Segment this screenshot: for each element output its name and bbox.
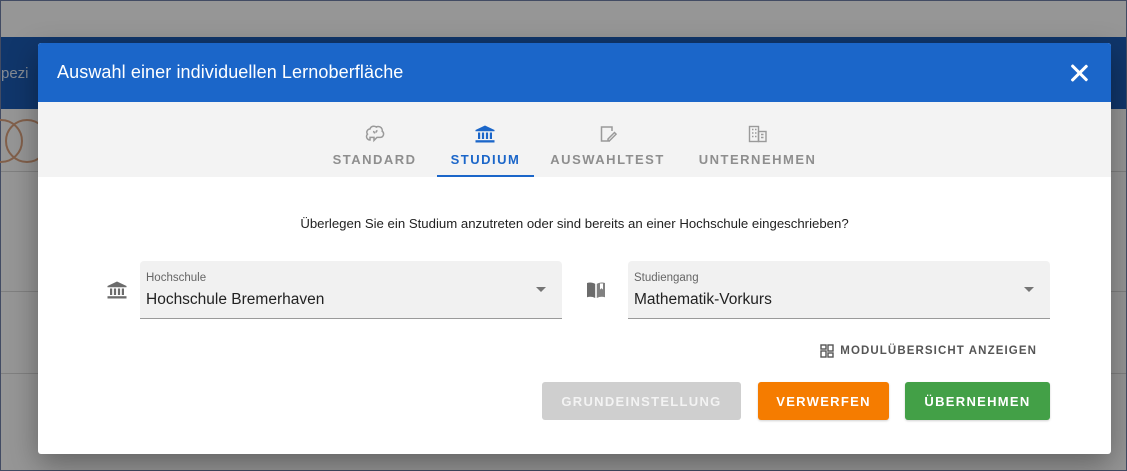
edit-document-icon — [599, 125, 617, 143]
hochschule-select[interactable]: Hochschule Hochschule Bremerhaven — [140, 261, 562, 319]
tab-label: AUSWAHLTEST — [550, 152, 665, 167]
close-icon[interactable] — [1067, 61, 1091, 85]
tab-label: STANDARD — [332, 152, 417, 167]
brain-icon — [365, 125, 385, 143]
hochschule-label: Hochschule — [146, 272, 207, 284]
dropdown-arrow-icon — [1024, 287, 1034, 292]
tab-label: UNTERNEHMEN — [698, 152, 817, 167]
tab-standard[interactable]: STANDARD — [319, 102, 431, 177]
selection-fields: Hochschule Hochschule Bremerhaven Studie… — [38, 261, 1111, 321]
tab-auswahltest[interactable]: AUSWAHLTEST — [536, 102, 678, 177]
learning-interface-dialog: Auswahl einer individuellen Lernoberfläc… — [38, 43, 1111, 454]
dropdown-arrow-icon — [536, 287, 546, 292]
module-overview-link[interactable]: MODULÜBERSICHT ANZEIGEN — [820, 344, 1037, 358]
discard-button[interactable]: VERWERFEN — [758, 382, 889, 420]
apply-button[interactable]: ÜBERNEHMEN — [905, 382, 1050, 420]
reset-defaults-button[interactable]: GRUNDEINSTELLUNG — [542, 382, 741, 420]
tab-unternehmen[interactable]: UNTERNEHMEN — [685, 102, 831, 177]
tab-bar: STANDARD STUDIUM AUSWAHLTEST UNTERNEHMEN — [38, 102, 1111, 177]
study-question: Überlegen Sie ein Studium anzutreten ode… — [300, 216, 849, 231]
hochschule-value: Hochschule Bremerhaven — [146, 291, 325, 308]
studiengang-value: Mathematik-Vorkurs — [634, 291, 772, 308]
studiengang-label: Studiengang — [634, 272, 699, 284]
office-building-icon — [748, 125, 768, 143]
studiengang-select[interactable]: Studiengang Mathematik-Vorkurs — [628, 261, 1050, 319]
module-overview-label: MODULÜBERSICHT ANZEIGEN — [840, 345, 1037, 357]
dashboard-icon — [820, 344, 834, 358]
tab-label: STUDIUM — [450, 152, 521, 167]
dialog-title: Auswahl einer individuellen Lernoberfläc… — [57, 62, 404, 82]
university-icon — [107, 281, 127, 305]
university-icon — [475, 125, 495, 143]
tab-studium[interactable]: STUDIUM — [436, 102, 535, 177]
dialog-header: Auswahl einer individuellen Lernoberfläc… — [38, 43, 1111, 102]
open-book-icon — [586, 281, 606, 304]
